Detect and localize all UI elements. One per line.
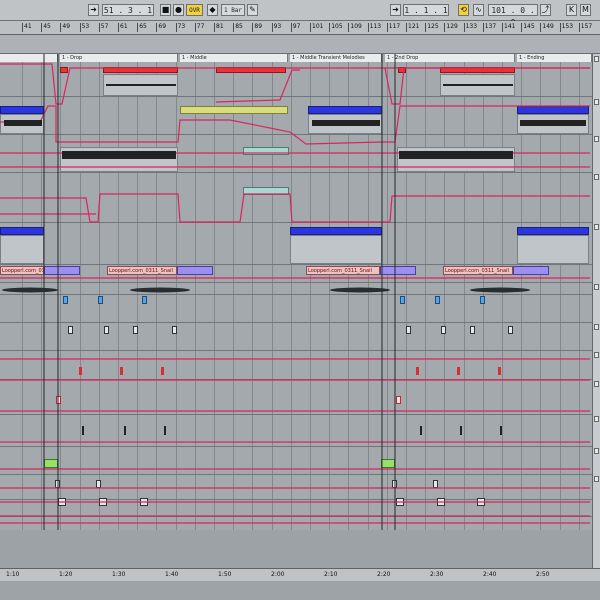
bar-number: 73 xyxy=(175,23,186,32)
bar-number: 81 xyxy=(214,23,224,32)
draw-mode-icon[interactable]: ✎ xyxy=(247,4,258,16)
scroll-area[interactable] xyxy=(0,581,600,600)
track-activator[interactable] xyxy=(594,416,599,422)
midi-map-icon[interactable]: M xyxy=(580,4,591,16)
automation-lanes[interactable] xyxy=(0,54,592,530)
bar-number: 121 xyxy=(405,23,420,32)
bar-number: 61 xyxy=(118,23,128,32)
time-ruler[interactable]: 1:10 1:20 1:30 1:40 1:50 2:00 2:10 2:20 2:30 2:40… xyxy=(0,568,600,581)
time-label: 1:10 xyxy=(6,571,20,578)
bar-number: 57 xyxy=(98,23,109,32)
bar-number: 145 xyxy=(521,23,535,32)
time-label: 2:40 xyxy=(483,571,497,578)
loop-switch-icon[interactable]: ⟲ xyxy=(458,4,469,16)
time-label: 1:40 xyxy=(165,571,179,578)
bar-number: 93 xyxy=(271,23,282,32)
time-label: 1:20 xyxy=(59,571,73,578)
time-label: 2:20 xyxy=(377,571,391,578)
bar-number: 141 xyxy=(501,23,516,32)
audio-waveform xyxy=(470,287,530,293)
scene-locator-row[interactable] xyxy=(0,35,600,54)
key-map-icon[interactable]: K xyxy=(566,4,577,16)
track-activator[interactable] xyxy=(594,381,599,387)
bar-number: 69 xyxy=(156,23,167,32)
bar-number: 41 xyxy=(22,23,32,32)
bar-number: 101 xyxy=(309,23,324,32)
bar-number: 153 xyxy=(559,23,574,32)
time-label: 2:10 xyxy=(324,571,338,578)
bar-number: 97 xyxy=(290,23,301,32)
bar-number: 149 xyxy=(540,23,554,32)
bar-number: 85 xyxy=(233,23,243,32)
automation-envelope xyxy=(0,193,590,223)
record-button[interactable]: ● xyxy=(173,4,184,16)
bar-number: 109 xyxy=(348,23,362,32)
midi-notes xyxy=(4,120,42,126)
loop-arrow-icon[interactable]: ➜ xyxy=(390,4,401,16)
bar-number: 137 xyxy=(482,23,497,32)
audio-waveform xyxy=(2,287,58,293)
quantize-select[interactable]: 1 Bar xyxy=(221,4,245,16)
midi-notes xyxy=(399,151,513,159)
track-activator[interactable] xyxy=(594,284,599,290)
bar-number: 53 xyxy=(79,23,90,32)
bar-number: 65 xyxy=(137,23,147,32)
automation-envelope xyxy=(0,105,590,145)
time-label: 2:00 xyxy=(271,571,285,578)
bar-number: 89 xyxy=(252,23,263,32)
midi-notes xyxy=(443,84,513,86)
time-label: 2:50 xyxy=(536,571,550,578)
time-label: 1:30 xyxy=(112,571,126,578)
follow-arrow-icon[interactable]: ➜ xyxy=(88,4,99,16)
automation-arm-icon[interactable]: ◆ xyxy=(207,4,218,16)
track-activator[interactable] xyxy=(594,448,599,454)
stop-button[interactable]: ■ xyxy=(160,4,171,16)
bar-number: 49 xyxy=(60,23,71,32)
transport-bar: ➜ 51 . 3 . 1 ■ ● OVR ◆ 1 Bar ✎ ➜ 1 . 1 .… xyxy=(0,0,600,27)
automation-envelope xyxy=(215,69,300,103)
track-activator[interactable] xyxy=(594,224,599,230)
loop-start-display[interactable]: 1 . 1 . 1 xyxy=(403,4,449,16)
track-activator[interactable] xyxy=(594,476,599,482)
punch-out-icon[interactable]: ∿ xyxy=(473,4,484,16)
track-activator[interactable] xyxy=(594,99,599,105)
bar-number: 129 xyxy=(444,23,458,32)
midi-notes xyxy=(520,120,586,126)
arrangement-view[interactable]: 1 - Drop 1 - Middle 1 - Middle Transient… xyxy=(0,54,592,530)
beat-ruler[interactable]: 41 45 49 53 57 61 65 69 73 77 81 85 89 93 97 101 105 109 1… xyxy=(0,21,600,35)
track-activator[interactable] xyxy=(594,174,599,180)
time-label: 2:30 xyxy=(430,571,444,578)
song-position-display[interactable]: 51 . 3 . 1 xyxy=(102,4,154,16)
midi-notes xyxy=(62,151,176,159)
midi-notes xyxy=(312,120,380,126)
loop-length-display[interactable]: 101 . 0 . 0 xyxy=(488,4,538,27)
punch-in-icon[interactable]: ⤴ xyxy=(540,4,551,16)
time-label: 1:50 xyxy=(218,571,232,578)
bar-number: 77 xyxy=(194,23,205,32)
track-activator[interactable] xyxy=(594,352,599,358)
ableton-live-window: ➜ 51 . 3 . 1 ■ ● OVR ◆ 1 Bar ✎ ➜ 1 . 1 .… xyxy=(0,0,600,600)
bar-number: 105 xyxy=(329,23,343,32)
track-activator[interactable] xyxy=(594,56,599,62)
bar-number: 133 xyxy=(463,23,478,32)
track-activator[interactable] xyxy=(594,136,599,142)
audio-waveform xyxy=(130,287,190,293)
track-activator[interactable] xyxy=(594,324,599,330)
bar-number: 117 xyxy=(386,23,401,32)
audio-waveform xyxy=(330,287,390,293)
bar-number: 45 xyxy=(41,23,51,32)
bar-number: 157 xyxy=(578,23,593,32)
track-header-strip xyxy=(592,54,600,572)
bar-number: 113 xyxy=(367,23,382,32)
overdub-button[interactable]: OVR xyxy=(186,4,203,16)
bar-number: 125 xyxy=(425,23,439,32)
midi-notes xyxy=(106,84,176,86)
